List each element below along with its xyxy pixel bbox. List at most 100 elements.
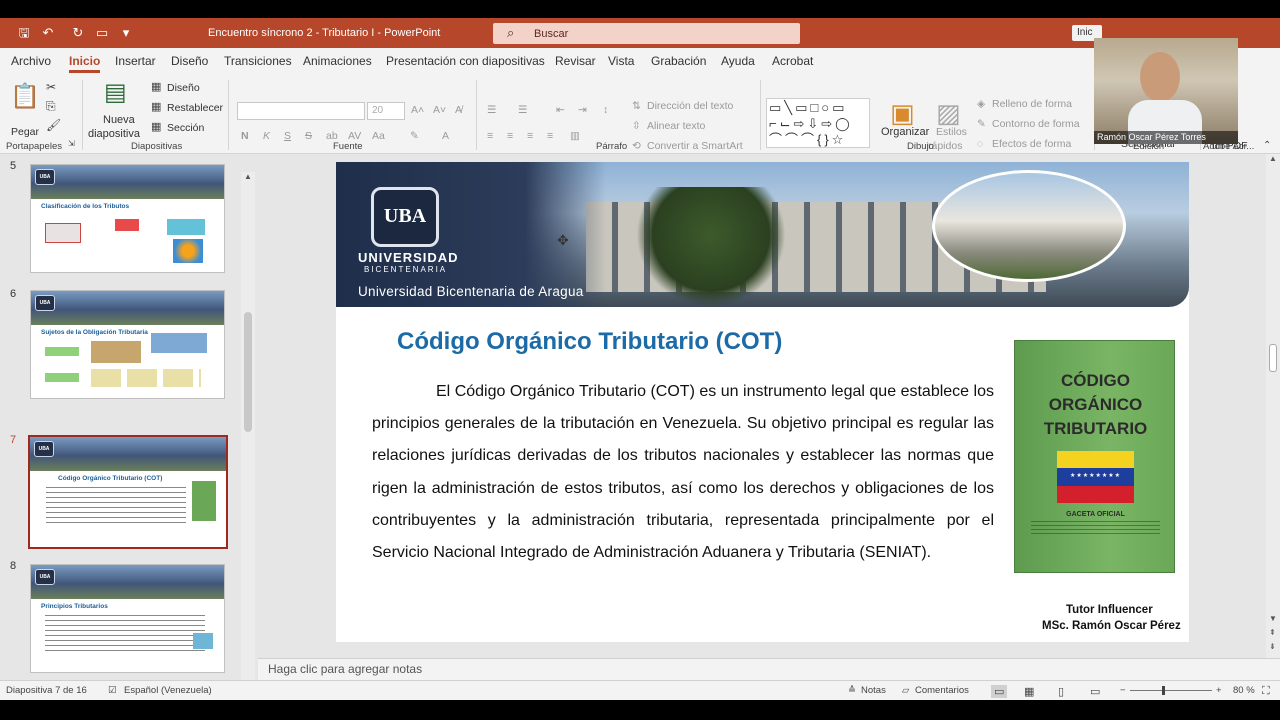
tab-archivo[interactable]: Archivo — [11, 54, 51, 68]
quick-styles-label-1[interactable]: Estilos — [936, 126, 967, 138]
quick-styles-icon[interactable]: ▨ — [936, 98, 961, 129]
text-direction-button[interactable]: Dirección del texto — [647, 100, 733, 112]
present-icon[interactable]: ▭ — [94, 25, 110, 41]
thumb-number: 6 — [10, 288, 17, 300]
language-indicator[interactable]: Español (Venezuela) — [124, 685, 212, 696]
shape-outline-button[interactable]: Contorno de forma — [992, 118, 1080, 130]
editor-scrollbar[interactable]: ▲ ▼ ⇞ ⇟ — [1266, 154, 1280, 658]
thumb-graphic — [45, 373, 79, 382]
new-slide-label-1[interactable]: Nueva — [103, 114, 135, 126]
previous-slide-icon[interactable]: ⇞ — [1269, 628, 1276, 637]
tab-diseno[interactable]: Diseño — [171, 54, 208, 68]
proofing-icon[interactable]: ☑ — [108, 685, 117, 696]
zoom-slider-handle[interactable] — [1162, 686, 1165, 695]
new-slide-label-2[interactable]: diapositiva — [88, 128, 140, 140]
bullets-icon[interactable]: ☰ — [487, 104, 496, 116]
slide-title[interactable]: Código Orgánico Tributario (COT) — [397, 328, 782, 356]
thumb-graphic — [45, 223, 81, 243]
align-right-icon[interactable]: ≡ — [527, 130, 533, 142]
shape-fill-button[interactable]: Relleno de forma — [992, 98, 1072, 110]
slide-thumbnail-7[interactable]: UBA Código Orgánico Tributario (COT) — [28, 435, 228, 549]
bold-icon[interactable]: N — [241, 130, 249, 142]
italic-icon[interactable]: K — [263, 130, 270, 142]
scrollbar-thumb[interactable] — [244, 312, 252, 432]
scroll-down-icon[interactable]: ▼ — [1269, 614, 1277, 623]
undo-icon[interactable]: ↶ — [40, 25, 56, 41]
tab-transiciones[interactable]: Transiciones — [224, 54, 292, 68]
thumbnails-scrollbar[interactable]: ▲ — [241, 172, 255, 680]
strike-icon[interactable]: S — [305, 130, 312, 142]
cut-icon[interactable]: ✂ — [46, 80, 56, 94]
font-size-combo[interactable]: 20 — [367, 102, 405, 120]
tab-ayuda[interactable]: Ayuda — [721, 54, 755, 68]
tab-insertar[interactable]: Insertar — [115, 54, 156, 68]
slide-thumbnail-6[interactable]: UBA Sujetos de la Obligación Tributaria — [30, 290, 225, 399]
zoom-slider[interactable] — [1130, 690, 1212, 691]
comments-button[interactable]: Comentarios — [915, 685, 969, 696]
increase-indent-icon[interactable]: ⇥ — [578, 104, 587, 116]
zoom-level[interactable]: 80 % — [1233, 685, 1255, 696]
zoom-in-icon[interactable]: + — [1216, 685, 1222, 696]
tab-presentacion[interactable]: Presentación con diapositivas — [386, 54, 545, 68]
grow-font-icon[interactable]: A˄ — [411, 104, 424, 116]
slide-body-text[interactable]: El Código Orgánico Tributario (COT) es u… — [372, 376, 994, 569]
font-color-icon[interactable]: A — [442, 130, 449, 142]
arrange-button[interactable]: Organizar — [881, 126, 929, 138]
change-case-icon[interactable]: Aa — [372, 130, 385, 142]
slide-sorter-icon[interactable]: ▦ — [1024, 685, 1034, 698]
search-input[interactable]: ⌕ Buscar — [493, 23, 800, 44]
tab-revisar[interactable]: Revisar — [555, 54, 596, 68]
notes-button[interactable]: Notas — [861, 685, 886, 696]
decrease-indent-icon[interactable]: ⇤ — [556, 104, 565, 116]
shrink-font-icon[interactable]: A˅ — [433, 104, 446, 116]
current-slide[interactable]: UBA UNIVERSIDAD BICENTENARIA Universidad… — [336, 162, 1189, 642]
next-slide-icon[interactable]: ⇟ — [1269, 642, 1276, 651]
format-painter-icon[interactable]: 🖌 — [46, 118, 61, 132]
arrange-icon[interactable]: ▣ — [890, 98, 915, 129]
numbering-icon[interactable]: ☰ — [518, 104, 527, 116]
scroll-up-icon[interactable]: ▲ — [1269, 154, 1277, 163]
shape-effects-button[interactable]: Efectos de forma — [992, 138, 1071, 150]
tab-inicio[interactable]: Inicio — [69, 54, 101, 73]
layout-button[interactable]: Diseño — [167, 82, 200, 94]
collapse-ribbon-icon[interactable]: ⌃ — [1263, 140, 1271, 151]
slide-thumbnail-8[interactable]: UBA Principios Tributarios — [30, 564, 225, 673]
paste-button[interactable]: Pegar — [11, 126, 39, 138]
clear-format-icon[interactable]: A̸ — [455, 104, 462, 116]
slide-thumbnail-5[interactable]: UBA Clasificación de los Tributos — [30, 164, 225, 273]
align-text-button[interactable]: Alinear texto — [647, 120, 705, 132]
book-cover-image: CÓDIGO ORGÁNICO TRIBUTARIO ★★★★★★★★ GACE… — [1014, 340, 1175, 573]
copy-icon[interactable]: ⎘ — [46, 99, 56, 114]
shapes-gallery[interactable]: ▭╲▭□○▭ ⌐⌙⇨⇩⇨◯ ⌒⌒⌒{}☆ — [766, 98, 870, 148]
fit-to-window-icon[interactable]: ⛶ — [1262, 685, 1270, 698]
save-icon[interactable]: 🖫 — [16, 25, 32, 41]
normal-view-icon[interactable]: ▭ — [991, 685, 1008, 698]
tab-vista[interactable]: Vista — [608, 54, 634, 68]
smartart-button[interactable]: Convertir a SmartArt — [647, 140, 743, 152]
highlight-icon[interactable]: ✎ — [410, 130, 419, 142]
section-button[interactable]: Sección — [167, 122, 204, 134]
reset-button[interactable]: Restablecer — [167, 102, 223, 114]
tab-animaciones[interactable]: Animaciones — [303, 54, 372, 68]
font-name-combo[interactable] — [237, 102, 365, 120]
new-slide-icon[interactable]: ▤ — [104, 78, 127, 107]
justify-icon[interactable]: ≡ — [547, 130, 553, 142]
reading-view-icon[interactable]: ▯ — [1058, 685, 1064, 698]
tab-grabacion[interactable]: Grabación — [651, 54, 706, 68]
dialog-launcher-icon[interactable]: ⇲ — [68, 139, 75, 148]
customize-qat-icon[interactable]: ▾ — [118, 25, 134, 41]
align-center-icon[interactable]: ≡ — [507, 130, 513, 142]
paste-icon[interactable]: 📋 — [10, 82, 40, 111]
align-left-icon[interactable]: ≡ — [487, 130, 493, 142]
scroll-up-icon[interactable]: ▲ — [244, 172, 252, 181]
columns-icon[interactable]: ▥ — [570, 130, 580, 142]
redo-icon[interactable]: ↻ — [70, 25, 86, 41]
tab-acrobat[interactable]: Acrobat — [772, 54, 813, 68]
notes-pane[interactable]: Haga clic para agregar notas — [258, 658, 1280, 680]
scrollbar-thumb[interactable] — [1269, 344, 1277, 372]
underline-icon[interactable]: S — [284, 130, 291, 142]
thumb-title: Sujetos de la Obligación Tributaria — [41, 329, 148, 336]
zoom-out-icon[interactable]: − — [1120, 685, 1126, 696]
line-spacing-icon[interactable]: ↕ — [603, 104, 608, 116]
slideshow-icon[interactable]: ▭ — [1090, 685, 1100, 698]
